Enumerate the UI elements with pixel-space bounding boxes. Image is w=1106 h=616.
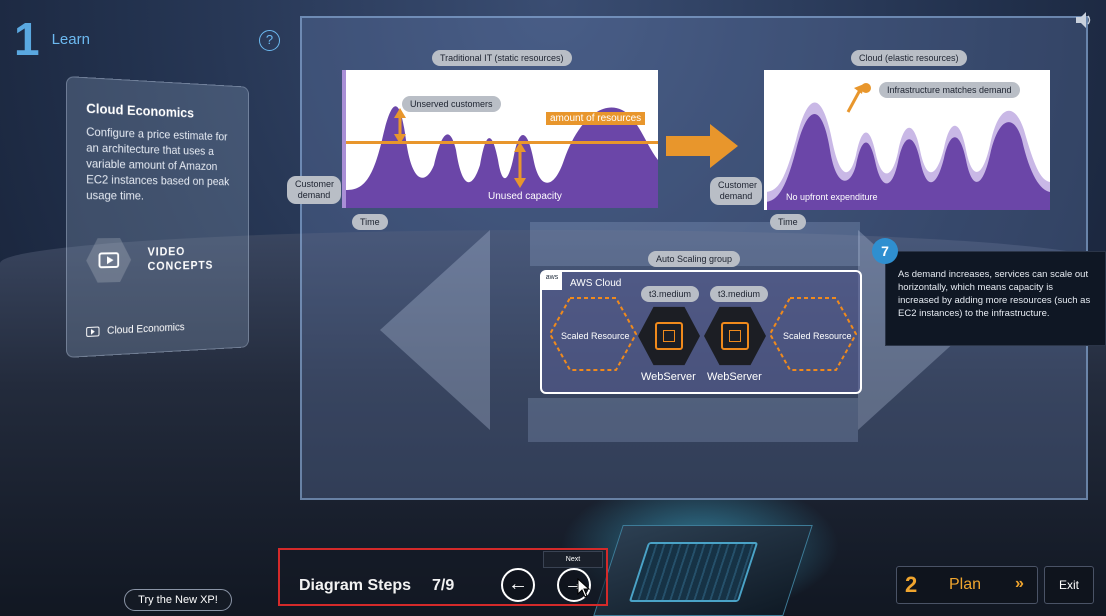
unserved-label: Unserved customers (402, 96, 501, 112)
step-description-text: As demand increases, services can scale … (898, 269, 1091, 319)
exit-button[interactable]: Exit (1044, 566, 1094, 604)
concept-item-cloud-economics[interactable]: Cloud Economics (86, 319, 231, 338)
time-right: Time (770, 214, 806, 230)
step-number: 1 (14, 13, 40, 65)
double-chevron-icon: » (1015, 575, 1024, 592)
infra-arrow (846, 89, 862, 113)
card-title: Cloud Economics (86, 99, 194, 121)
instance-type-2: t3.medium (710, 286, 769, 302)
scaled-resource-left: Scaled Resource (561, 331, 630, 341)
mouse-cursor-icon (577, 578, 591, 598)
step-description-tooltip: As demand increases, services can scale … (885, 251, 1106, 346)
instance-type-1: t3.medium (641, 286, 700, 302)
previous-step-button[interactable]: ← (501, 568, 535, 602)
diagram-steps-label: Diagram Steps (299, 577, 412, 594)
next-tooltip: Next (543, 551, 603, 568)
customer-demand-right: Customer demand (710, 177, 762, 205)
webserver-label-2: WebServer (707, 371, 762, 383)
traditional-title: Traditional IT (static resources) (432, 50, 572, 66)
aws-logo: aws (542, 272, 562, 290)
time-left: Time (352, 214, 388, 230)
video-label-line2: CONCEPTS (147, 258, 214, 274)
concept-item-label: Cloud Economics (107, 321, 185, 337)
infra-dot (861, 83, 871, 93)
no-upfront-label: No upfront expenditure (786, 192, 878, 202)
customer-demand-left: Customer demand (287, 176, 341, 204)
aws-cloud-title: AWS Cloud (570, 278, 622, 289)
video-hex-icon (86, 236, 131, 284)
play-icon (99, 252, 120, 268)
learn-header: 1 Learn (14, 16, 90, 62)
asg-label: Auto Scaling group (648, 251, 741, 267)
info-card: Cloud Economics Configure a price estima… (66, 76, 249, 358)
chip-icon (655, 322, 683, 350)
video-concepts-label: VIDEO CONCEPTS (148, 244, 214, 274)
resource-line (346, 141, 658, 144)
plan-button[interactable]: 2 Plan » (896, 566, 1038, 604)
volume-icon[interactable] (1076, 12, 1094, 28)
scaled-resource-right: Scaled Resource (783, 331, 852, 341)
infra-matches-label: Infrastructure matches demand (879, 82, 1020, 98)
card-description: Configure a price estimate for an archit… (86, 124, 230, 203)
device-model (593, 525, 813, 616)
webserver-label-1: WebServer (641, 371, 696, 383)
device-board (628, 542, 759, 602)
axis-y-right (764, 70, 767, 210)
step-badge: 7 (872, 238, 898, 264)
help-button[interactable]: ? (259, 30, 280, 51)
chip-icon (721, 322, 749, 350)
diagram-steps-count: 7/9 (432, 577, 455, 594)
step-label: Learn (51, 30, 90, 48)
traditional-chart (342, 70, 658, 208)
cloud-title: Cloud (elastic resources) (851, 50, 967, 66)
plan-label: Plan (949, 576, 982, 593)
unused-capacity-label: Unused capacity (488, 191, 562, 202)
video-concepts-button[interactable]: VIDEO CONCEPTS (86, 236, 231, 285)
plan-number: 2 (905, 572, 918, 597)
video-label-line1: VIDEO (147, 244, 186, 259)
decor-bar-bottom (528, 398, 858, 442)
axis-y-left (342, 70, 346, 208)
traditional-chart-svg (342, 70, 658, 208)
transition-arrow-icon (666, 124, 738, 168)
play-small-icon (86, 326, 100, 337)
amount-resources-label: amount of resources (546, 112, 646, 125)
try-new-xp-button[interactable]: Try the New XP! (124, 589, 232, 611)
